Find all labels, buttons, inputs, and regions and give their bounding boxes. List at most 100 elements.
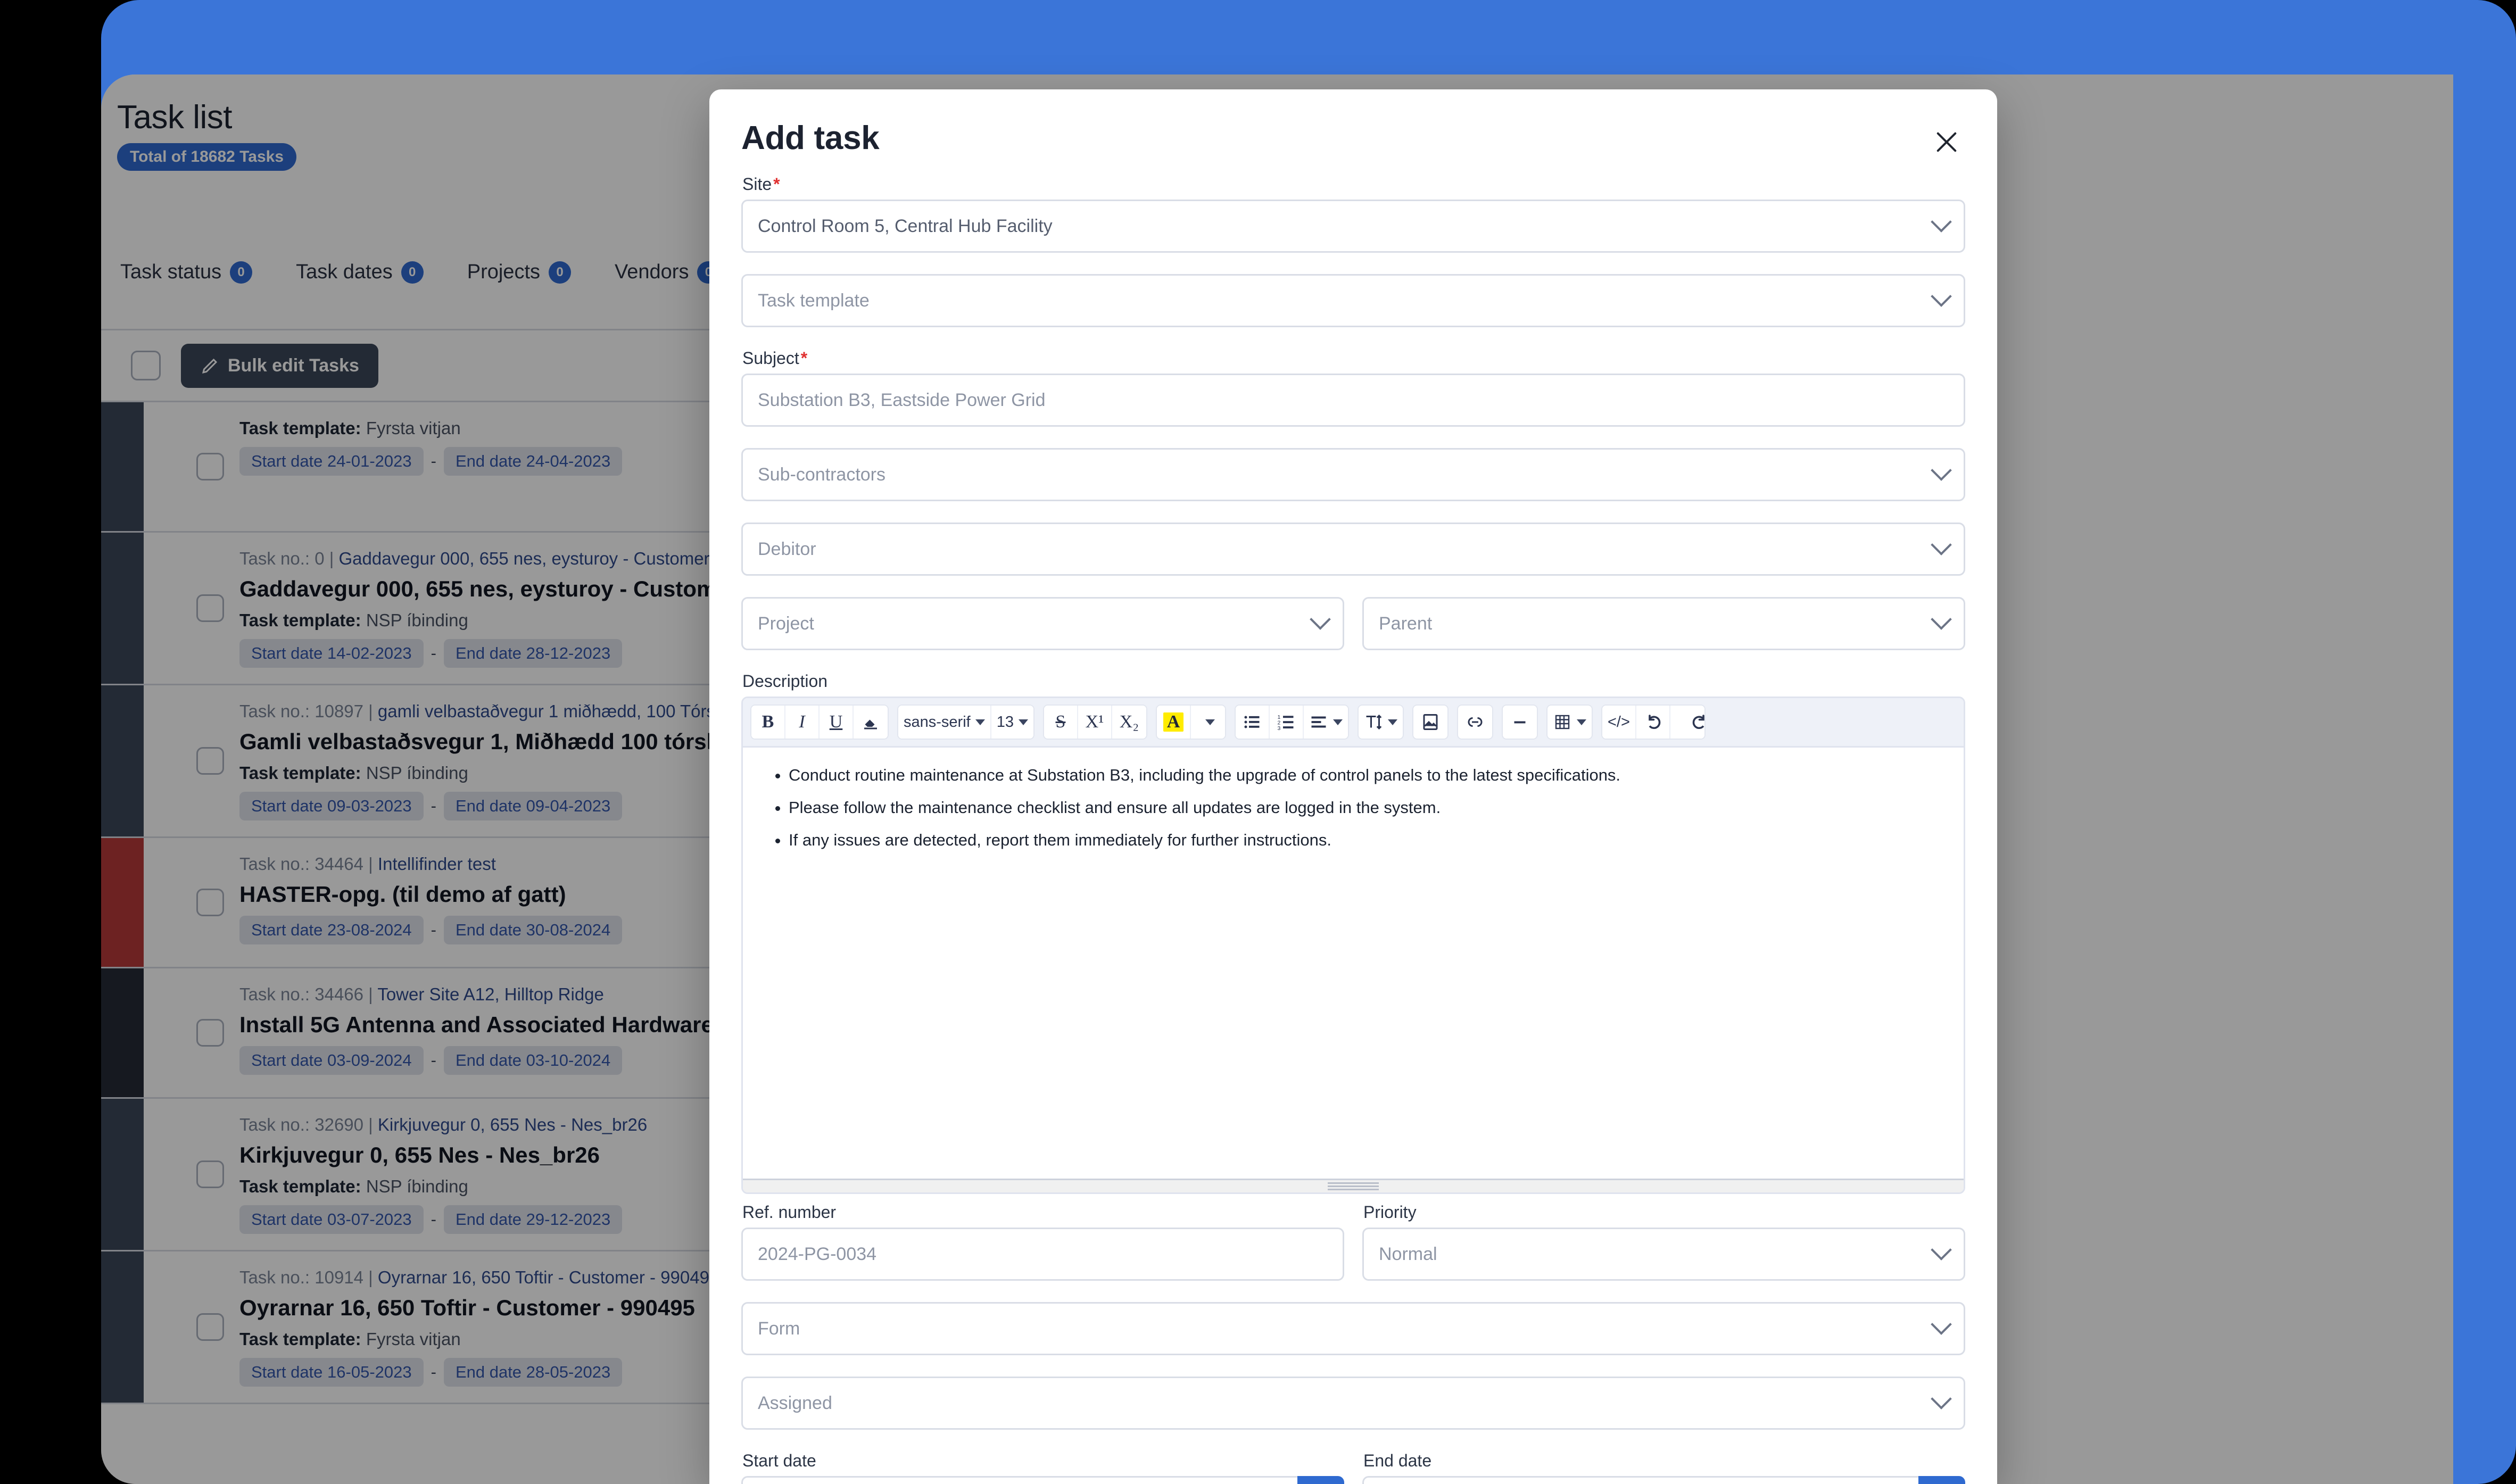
toolbar-group-table [1546, 704, 1593, 740]
chevron-down-icon [1931, 1239, 1952, 1261]
table-icon[interactable] [1547, 706, 1592, 739]
text-color-dropdown[interactable] [1190, 706, 1225, 739]
superscript-button[interactable]: X¹ [1078, 706, 1112, 739]
editor-toolbar: B I U sans-serif 13 S X¹ X₂ A 1 2 3 </> [743, 698, 1964, 748]
chevron-down-icon [1931, 286, 1952, 307]
link-icon[interactable] [1458, 706, 1492, 739]
line-height-icon[interactable] [1358, 706, 1403, 739]
task-template-value: Task template [758, 290, 870, 311]
toolbar-group-link [1456, 704, 1493, 740]
site-select[interactable]: Control Room 5, Central Hub Facility [741, 200, 1965, 253]
chevron-down-icon [1931, 609, 1952, 630]
assigned-value: Assigned [758, 1392, 832, 1413]
toolbar-group-color: A [1155, 704, 1226, 740]
assigned-select[interactable]: Assigned [741, 1377, 1965, 1430]
priority-value: Normal [1379, 1243, 1437, 1264]
numbered-list-icon[interactable]: 123 [1269, 706, 1304, 739]
chevron-down-icon [975, 719, 985, 725]
chevron-down-icon [1576, 719, 1586, 725]
start-date-input[interactable]: 05-09-2024 09:44 [741, 1476, 1297, 1484]
align-icon[interactable] [1303, 706, 1348, 739]
toolbar-group-hr [1501, 704, 1538, 740]
dialog-scroll-area[interactable]: Add task Site* Control Room 5, Central H… [709, 89, 1997, 1484]
end-date-group: 07-10-2024 09:44 [1362, 1476, 1965, 1484]
description-content[interactable]: Conduct routine maintenance at Substatio… [743, 748, 1964, 1179]
sub-contractors-value: Sub-contractors [758, 464, 885, 485]
end-date-input[interactable]: 07-10-2024 09:44 [1362, 1476, 1918, 1484]
ref-priority-row: Ref. number 2024-PG-0034 Priority Normal [741, 1203, 1965, 1302]
form-select[interactable]: Form [741, 1302, 1965, 1355]
chevron-down-icon [1931, 460, 1952, 481]
bullet-list-icon[interactable] [1235, 706, 1270, 739]
strikethrough-button[interactable]: S [1044, 706, 1078, 739]
italic-button[interactable]: I [785, 706, 820, 739]
image-icon[interactable] [1413, 706, 1447, 739]
dialog-header: Add task [741, 89, 1965, 175]
parent-value: Parent [1379, 613, 1433, 634]
start-date-picker-button[interactable] [1297, 1476, 1344, 1484]
chevron-down-icon [1931, 534, 1952, 556]
close-icon[interactable] [1928, 123, 1965, 161]
chevron-down-icon [1931, 1388, 1952, 1410]
grip-icon [1328, 1181, 1379, 1192]
underline-button[interactable]: U [820, 706, 854, 739]
site-value: Control Room 5, Central Hub Facility [758, 215, 1053, 236]
clear-format-icon[interactable] [854, 706, 888, 739]
project-select[interactable]: Project [741, 597, 1344, 650]
horizontal-rule-icon[interactable] [1502, 706, 1537, 739]
chevron-down-icon [1387, 719, 1397, 725]
chevron-down-icon [1205, 719, 1215, 725]
description-label: Description [742, 671, 828, 691]
list-item: Please follow the maintenance checklist … [789, 796, 1941, 820]
project-parent-row: Project Parent [741, 597, 1965, 671]
bold-button[interactable]: B [751, 706, 785, 739]
subject-value: Substation B3, Eastside Power Grid [758, 389, 1046, 410]
ref-number-label: Ref. number [742, 1203, 837, 1222]
parent-select[interactable]: Parent [1362, 597, 1965, 650]
svg-text:3: 3 [1277, 725, 1280, 732]
list-item: If any issues are detected, report them … [789, 828, 1941, 852]
font-size-select[interactable]: 13 [991, 706, 1033, 739]
date-row: Start date 05-09-2024 09:44 [741, 1451, 1965, 1484]
chevron-down-icon [1931, 1314, 1952, 1335]
code-view-button[interactable]: </> [1602, 706, 1636, 739]
required-marker: * [773, 175, 780, 194]
list-item: Conduct routine maintenance at Substatio… [789, 764, 1941, 787]
end-date-picker-button[interactable] [1918, 1476, 1965, 1484]
redo-icon[interactable] [1670, 706, 1704, 739]
priority-label: Priority [1363, 1203, 1417, 1222]
dialog-title: Add task [741, 120, 880, 156]
toolbar-group-script: S X¹ X₂ [1042, 704, 1147, 740]
chevron-down-icon [1931, 211, 1952, 233]
form-value: Form [758, 1318, 800, 1339]
start-date-label: Start date [742, 1451, 816, 1470]
toolbar-group-actions: </> [1601, 704, 1706, 740]
toolbar-group-font: sans-serif 13 [897, 704, 1034, 740]
undo-icon[interactable] [1636, 706, 1670, 739]
text-color-button[interactable]: A [1156, 706, 1191, 739]
required-marker: * [800, 349, 808, 368]
add-task-dialog: Add task Site* Control Room 5, Central H… [709, 89, 1997, 1484]
ref-number-input[interactable]: 2024-PG-0034 [741, 1228, 1344, 1281]
chevron-down-icon [1018, 719, 1028, 725]
editor-resize-handle[interactable] [743, 1179, 1964, 1192]
debitor-value: Debitor [758, 538, 816, 559]
ref-number-value: 2024-PG-0034 [758, 1243, 877, 1264]
chevron-down-icon [1310, 609, 1331, 630]
task-template-select[interactable]: Task template [741, 274, 1965, 327]
site-label: Site* [742, 175, 780, 194]
subject-label: Subject* [742, 349, 808, 368]
description-bullet-list: Conduct routine maintenance at Substatio… [765, 764, 1941, 852]
priority-select[interactable]: Normal [1362, 1228, 1965, 1281]
browser-frame: Task list Total of 18682 Tasks Task stat… [101, 0, 2516, 1484]
font-family-select[interactable]: sans-serif [898, 706, 991, 739]
start-date-group: 05-09-2024 09:44 [741, 1476, 1344, 1484]
sub-contractors-select[interactable]: Sub-contractors [741, 448, 1965, 501]
toolbar-group-lineheight [1357, 704, 1404, 740]
subject-input[interactable]: Substation B3, Eastside Power Grid [741, 374, 1965, 427]
chevron-down-icon [1333, 719, 1343, 725]
toolbar-group-lists: 123 [1234, 704, 1349, 740]
toolbar-group-image [1412, 704, 1449, 740]
debitor-select[interactable]: Debitor [741, 523, 1965, 576]
subscript-button[interactable]: X₂ [1112, 706, 1146, 739]
